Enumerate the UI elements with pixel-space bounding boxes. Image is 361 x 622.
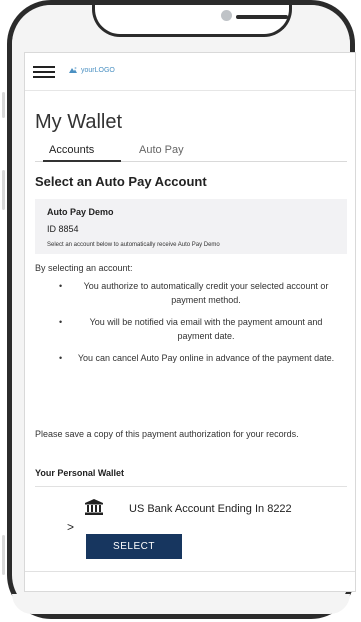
- authorization-bullet: You authorize to automatically credit yo…: [55, 279, 339, 307]
- wallet-title: Your Personal Wallet: [35, 468, 125, 478]
- divider: [35, 486, 347, 487]
- phone-side-button: [2, 535, 5, 575]
- logo-mark-icon: [69, 67, 77, 73]
- tab-auto-pay[interactable]: Auto Pay: [139, 144, 184, 156]
- active-tab-indicator: [43, 160, 121, 162]
- phone-frame: yourLOGO My Wallet Accounts Auto Pay Sel…: [7, 0, 356, 619]
- phone-side-button: [2, 170, 5, 210]
- hamburger-menu-icon[interactable]: [33, 66, 55, 78]
- authorization-intro: By selecting an account:: [35, 263, 133, 273]
- divider: [25, 571, 355, 572]
- top-bar: yourLOGO: [25, 53, 355, 91]
- page-title: My Wallet: [35, 111, 123, 133]
- phone-side-button: [2, 92, 5, 118]
- app-screen: yourLOGO My Wallet Accounts Auto Pay Sel…: [24, 52, 356, 592]
- select-button[interactable]: SELECT: [86, 534, 182, 559]
- authorization-bullet: You will be notified via email with the …: [55, 315, 339, 343]
- demo-account-note: Select an account below to automatically…: [47, 242, 220, 248]
- auto-pay-demo-panel: Auto Pay Demo ID 8854 Select an account …: [35, 199, 347, 254]
- save-copy-note: Please save a copy of this payment autho…: [35, 429, 299, 439]
- demo-account-id: ID 8854: [47, 224, 79, 234]
- authorization-list: You authorize to automatically credit yo…: [55, 279, 339, 373]
- tab-bar: Accounts Auto Pay: [35, 142, 347, 162]
- logo-text: yourLOGO: [81, 66, 115, 74]
- phone-top-bezel: [12, 5, 350, 51]
- tab-accounts[interactable]: Accounts: [49, 144, 94, 156]
- logo[interactable]: yourLOGO: [68, 66, 115, 74]
- chevron-right-icon[interactable]: >: [67, 520, 74, 534]
- section-title: Select an Auto Pay Account: [35, 174, 207, 189]
- phone-notch: [92, 5, 292, 37]
- bank-account-label[interactable]: US Bank Account Ending In 8222: [129, 503, 292, 515]
- camera-icon: [221, 10, 232, 21]
- speaker-icon: [236, 15, 288, 19]
- demo-account-name: Auto Pay Demo: [47, 207, 114, 217]
- authorization-bullet: You can cancel Auto Pay online in advanc…: [55, 351, 339, 365]
- bank-icon: [85, 499, 103, 515]
- phone-bottom-bezel: [12, 594, 350, 614]
